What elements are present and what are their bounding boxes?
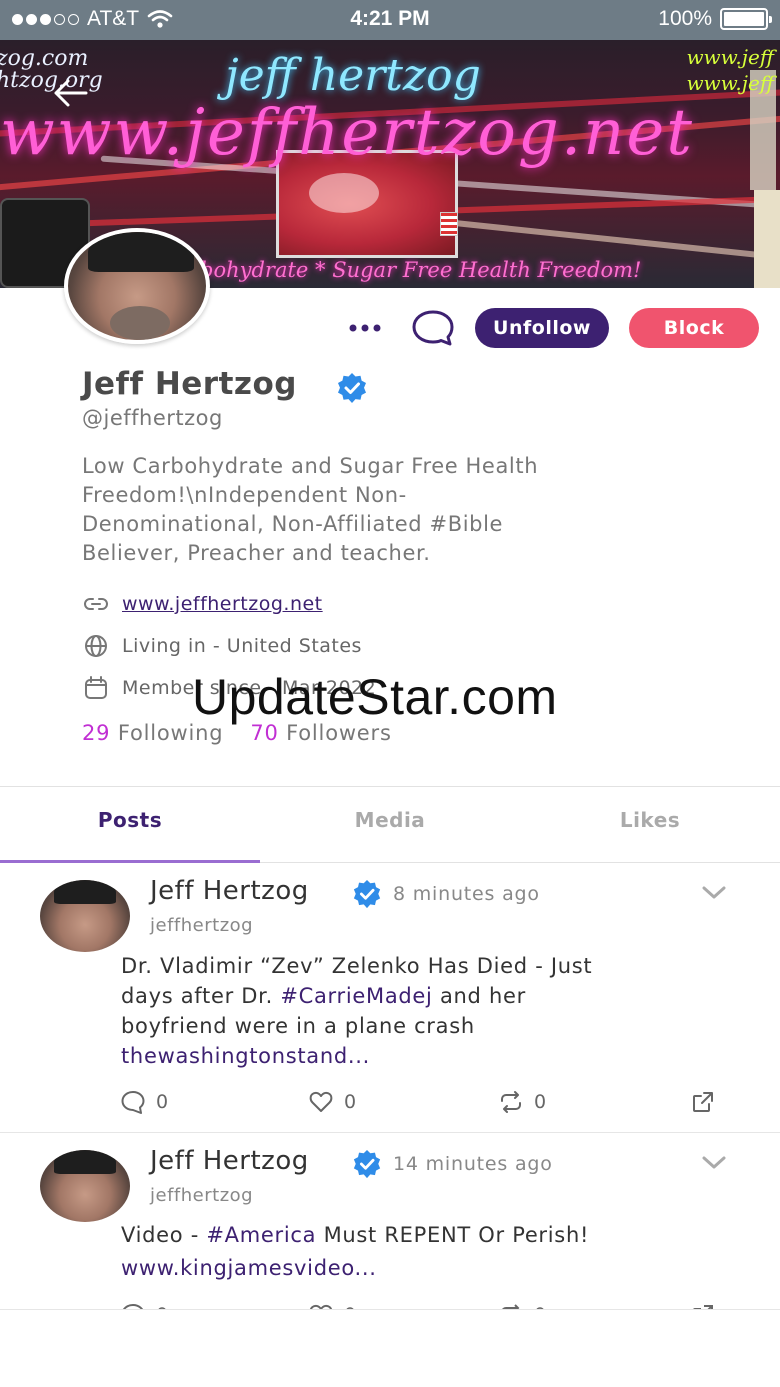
banner-text-right: www.jeff www.jeff bbox=[686, 45, 774, 95]
flag-icon bbox=[440, 212, 458, 236]
more-options-icon[interactable] bbox=[345, 316, 385, 340]
active-tab-indicator bbox=[0, 860, 260, 863]
banner-text-main: www.jeffhertzog.net bbox=[0, 96, 694, 170]
status-bar: AT&T 4:21 PM 100% bbox=[0, 0, 780, 40]
calendar-icon bbox=[85, 676, 107, 699]
profile-handle: @jeffhertzog bbox=[82, 406, 223, 430]
post-timestamp: 14 minutes ago bbox=[393, 1153, 553, 1175]
status-right: 100% bbox=[658, 7, 772, 31]
post-author-name[interactable]: Jeff Hertzog bbox=[150, 1146, 309, 1176]
post-link[interactable]: www.kingjamesvideo... bbox=[121, 1253, 741, 1283]
post-link[interactable]: thewashingtonstand... bbox=[121, 1041, 741, 1071]
repost-action[interactable]: 0 bbox=[498, 1089, 546, 1115]
comment-action[interactable]: 0 bbox=[120, 1089, 168, 1115]
like-action[interactable]: 0 bbox=[308, 1089, 356, 1115]
post-text-line: days after Dr. #CarrieMadej and her bbox=[121, 981, 741, 1011]
profile-avatar bbox=[64, 228, 210, 344]
post-timestamp: 8 minutes ago bbox=[393, 883, 540, 905]
comment-count: 0 bbox=[156, 1091, 169, 1113]
tab-likes[interactable]: Likes bbox=[520, 808, 780, 832]
post-text-fragment: Video - bbox=[121, 1223, 207, 1247]
battery-icon bbox=[720, 8, 772, 30]
post-text-line: Video - #America Must REPENT Or Perish! bbox=[121, 1220, 741, 1250]
tab-posts[interactable]: Posts bbox=[0, 808, 260, 832]
hashtag-link[interactable]: #America bbox=[206, 1223, 316, 1247]
location-row: Living in - United States bbox=[82, 632, 362, 660]
post-author-handle: jeffhertzog bbox=[150, 915, 254, 936]
post-text-line: boyfriend were in a plane crash bbox=[121, 1014, 475, 1038]
battery-label: 100% bbox=[658, 7, 712, 30]
banner-text-bottom: bohydrate * Sugar Free Health Freedom! bbox=[200, 258, 642, 282]
verified-icon bbox=[353, 879, 381, 909]
verified-icon bbox=[353, 1149, 381, 1179]
hashtag-link[interactable]: #CarrieMadej bbox=[280, 984, 432, 1008]
following-count[interactable]: 29 bbox=[82, 721, 110, 745]
banner-paper-edge bbox=[754, 190, 780, 288]
bottom-divider bbox=[0, 1309, 780, 1310]
repost-icon bbox=[501, 1091, 521, 1113]
repost-count: 0 bbox=[534, 1091, 547, 1113]
link-icon bbox=[84, 598, 108, 610]
back-arrow-icon[interactable] bbox=[52, 78, 88, 108]
tabs-top-divider bbox=[0, 786, 780, 787]
website-row: www.jeffhertzog.net bbox=[82, 590, 323, 618]
post-body: Dr. Vladimir “Zev” Zelenko Has Died - Ju… bbox=[121, 951, 741, 1071]
website-link[interactable]: www.jeffhertzog.net bbox=[122, 593, 323, 615]
post-body: Video - #America Must REPENT Or Perish! … bbox=[121, 1220, 741, 1283]
unfollow-button[interactable]: Unfollow bbox=[475, 308, 609, 348]
comment-icon bbox=[121, 1091, 145, 1114]
post-author-name[interactable]: Jeff Hertzog bbox=[150, 876, 309, 906]
post-actions-clipped: 0 0 0 bbox=[0, 1296, 780, 1310]
tab-media[interactable]: Media bbox=[260, 808, 520, 832]
post-text-fragment: Must REPENT Or Perish! bbox=[316, 1223, 590, 1247]
chevron-down-icon[interactable] bbox=[700, 884, 728, 902]
profile-bio: Low Carbohydrate and Sugar Free Health F… bbox=[82, 454, 539, 565]
post-avatar[interactable] bbox=[40, 880, 130, 952]
chevron-down-icon[interactable] bbox=[700, 1154, 728, 1172]
share-icon[interactable] bbox=[690, 1089, 716, 1115]
banner-text-top: jeff hertzog bbox=[225, 50, 481, 101]
post-avatar[interactable] bbox=[40, 1150, 130, 1222]
watermark: UpdateStar.com bbox=[192, 669, 558, 725]
post-text-fragment: and her bbox=[432, 984, 526, 1008]
post-text-fragment: days after Dr. bbox=[121, 984, 281, 1008]
block-button[interactable]: Block bbox=[629, 308, 759, 348]
heart-icon bbox=[309, 1091, 333, 1112]
post-text-line: Dr. Vladimir “Zev” Zelenko Has Died - Ju… bbox=[121, 954, 593, 978]
like-count: 0 bbox=[344, 1091, 357, 1113]
globe-icon bbox=[85, 635, 107, 657]
profile-name: Jeff Hertzog bbox=[82, 366, 297, 402]
post-divider bbox=[0, 1132, 780, 1133]
post-author-handle: jeffhertzog bbox=[150, 1185, 254, 1206]
location-text: Living in - United States bbox=[122, 635, 362, 657]
verified-icon bbox=[338, 373, 366, 403]
message-icon[interactable] bbox=[410, 308, 456, 348]
